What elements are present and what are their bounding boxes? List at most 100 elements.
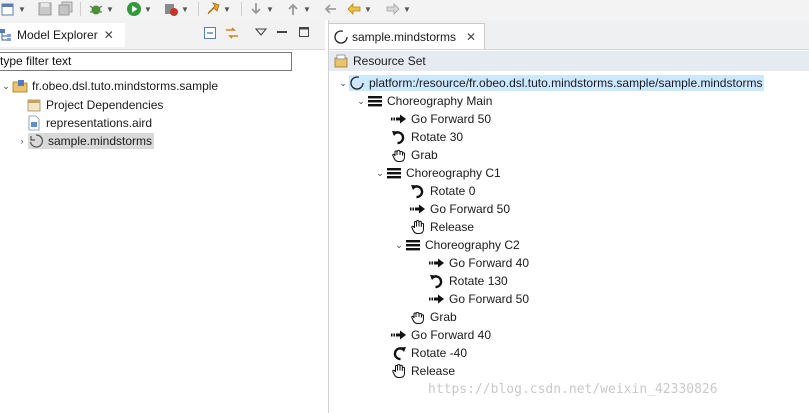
- chevron-down-icon[interactable]: ⌄: [393, 240, 405, 251]
- prev-annotation-icon: [288, 3, 298, 15]
- chevron-down-icon[interactable]: ⌄: [374, 168, 386, 179]
- tree-item-rotate[interactable]: Rotate 0: [398, 182, 475, 200]
- tree-item-go-forward[interactable]: Go Forward 50: [417, 290, 529, 308]
- resource-set-icon: [333, 53, 349, 69]
- chevron-down-icon[interactable]: ⌄: [355, 96, 367, 107]
- save-all-button[interactable]: [58, 1, 74, 17]
- tree-item-choreography-main[interactable]: ⌄ Choreography Main: [355, 92, 492, 110]
- tree-item-label: Go Forward 40: [411, 328, 492, 342]
- forward-icon: [410, 201, 426, 217]
- tree-item-label: Go Forward 50: [430, 202, 511, 216]
- tree-item-release[interactable]: Release: [379, 362, 455, 380]
- run-external-dropdown-icon[interactable]: ▼: [181, 5, 189, 14]
- chevron-down-icon[interactable]: ⌄: [337, 78, 349, 89]
- rotate-icon: [391, 129, 407, 145]
- tree-item-label: Rotate 130: [449, 274, 508, 288]
- tree-item-grab[interactable]: Grab: [398, 308, 457, 326]
- tree-item-label: Rotate -40: [411, 346, 468, 360]
- grab-icon: [410, 309, 426, 325]
- pin-dropdown-icon[interactable]: ▼: [223, 5, 231, 14]
- link-with-editor-icon[interactable]: [224, 26, 240, 43]
- close-icon[interactable]: ✕: [466, 30, 476, 44]
- choreography-icon: [367, 93, 383, 109]
- dependencies-icon: [26, 97, 42, 113]
- run-button[interactable]: ▼: [126, 1, 152, 17]
- release-icon: [391, 363, 407, 379]
- project-icon: [12, 78, 28, 94]
- prev-annotation-dropdown-icon[interactable]: ▼: [303, 5, 311, 14]
- tree-item-release[interactable]: Release: [398, 218, 474, 236]
- next-annotation-button[interactable]: ▼: [248, 1, 274, 17]
- forward-dropdown-icon[interactable]: ▼: [403, 5, 411, 14]
- forward-icon: [391, 327, 407, 343]
- tree-item-rotate[interactable]: Rotate 130: [417, 272, 508, 290]
- debug-button[interactable]: ▼: [88, 1, 114, 17]
- pin-button[interactable]: ▼: [205, 1, 231, 17]
- tree-item-label: Choreography C2: [425, 238, 520, 252]
- tree-item-project-dependencies[interactable]: Project Dependencies: [14, 96, 163, 114]
- chevron-down-icon[interactable]: ⌄: [0, 81, 12, 92]
- editor-tab-label: sample.mindstorms: [352, 29, 457, 44]
- watermark: https://blog.csdn.net/weixin_42330826: [428, 382, 718, 397]
- last-edit-button[interactable]: [323, 1, 339, 17]
- run-external-button[interactable]: ▼: [163, 1, 189, 17]
- model-explorer-icon: [0, 29, 11, 41]
- main-toolbar: ▼ ▼ ▼ ▼ ▼ ▼ ▼ ▼ ▼: [0, 0, 809, 20]
- back-button[interactable]: ▼: [346, 1, 372, 17]
- chevron-right-icon[interactable]: ›: [16, 136, 28, 146]
- tree-item-choreography-c1[interactable]: ⌄ Choreography C1: [374, 164, 501, 182]
- run-dropdown-icon[interactable]: ▼: [144, 5, 152, 14]
- tree-item-root-resource[interactable]: ⌄ platform:/resource/fr.obeo.dsl.tuto.mi…: [337, 74, 765, 92]
- tree-item-go-forward[interactable]: Go Forward 40: [379, 326, 491, 344]
- toolbar-separator: [198, 2, 199, 16]
- tree-item-go-forward[interactable]: Go Forward 50: [398, 200, 510, 218]
- tree-item-label: sample.mindstorms: [48, 134, 153, 148]
- release-icon: [410, 219, 426, 235]
- mindstorms-file-icon: [349, 75, 365, 91]
- prev-annotation-button[interactable]: ▼: [285, 1, 311, 17]
- maximize-icon[interactable]: [298, 26, 310, 41]
- tree-item-go-forward[interactable]: Go Forward 40: [417, 254, 529, 272]
- new-button[interactable]: ▼: [0, 1, 26, 17]
- choreography-icon: [405, 237, 421, 253]
- tree-item-label: Go Forward 50: [411, 112, 492, 126]
- tab-model-explorer[interactable]: Model Explorer ✕: [0, 23, 125, 47]
- rotate-icon: [410, 183, 426, 199]
- back-dropdown-icon[interactable]: ▼: [364, 5, 372, 14]
- minimize-icon[interactable]: [276, 26, 288, 41]
- forward-icon: [429, 291, 445, 307]
- collapse-all-icon[interactable]: [203, 26, 217, 43]
- tree-item-rotate[interactable]: Rotate -40: [379, 344, 467, 362]
- tree-item-project[interactable]: ⌄ fr.obeo.dsl.tuto.mindstorms.sample: [0, 77, 218, 95]
- tree-item-go-forward[interactable]: Go Forward 50: [379, 110, 491, 128]
- close-icon[interactable]: ✕: [104, 28, 114, 42]
- resource-set-header[interactable]: Resource Set: [329, 51, 809, 71]
- view-menu-icon[interactable]: [254, 26, 268, 41]
- tree-item-label: Release: [411, 364, 456, 378]
- tree-item-label: Rotate 0: [430, 184, 476, 198]
- next-annotation-dropdown-icon[interactable]: ▼: [266, 5, 274, 14]
- aird-file-icon: [26, 115, 42, 131]
- save-all-icon: [58, 1, 73, 16]
- tree-item-sample-mindstorms[interactable]: › sample.mindstorms: [16, 132, 155, 150]
- save-icon: [38, 2, 52, 16]
- mindstorms-file-icon: [333, 29, 349, 45]
- tree-item-choreography-c2[interactable]: ⌄ Choreography C2: [393, 236, 520, 254]
- tree-item-representations-aird[interactable]: representations.aird: [14, 114, 152, 132]
- choreography-icon: [386, 165, 402, 181]
- forward-icon: [386, 3, 400, 15]
- model-explorer-view: Model Explorer ✕ type filter text ⌄ fr.o…: [0, 20, 325, 413]
- toolbar-separator: [241, 2, 242, 16]
- save-button[interactable]: [37, 1, 53, 17]
- model-explorer-title: Model Explorer: [17, 28, 98, 42]
- filter-input[interactable]: type filter text: [0, 52, 292, 71]
- tree-item-label: Choreography Main: [387, 94, 493, 108]
- rotate-icon: [429, 273, 445, 289]
- new-dropdown-icon[interactable]: ▼: [18, 5, 26, 14]
- tree-item-label: Grab: [411, 148, 438, 162]
- forward-button[interactable]: ▼: [385, 1, 411, 17]
- tree-item-grab[interactable]: Grab: [379, 146, 438, 164]
- tree-item-rotate[interactable]: Rotate 30: [379, 128, 463, 146]
- tab-sample-mindstorms[interactable]: sample.mindstorms ✕: [329, 23, 485, 49]
- debug-dropdown-icon[interactable]: ▼: [106, 5, 114, 14]
